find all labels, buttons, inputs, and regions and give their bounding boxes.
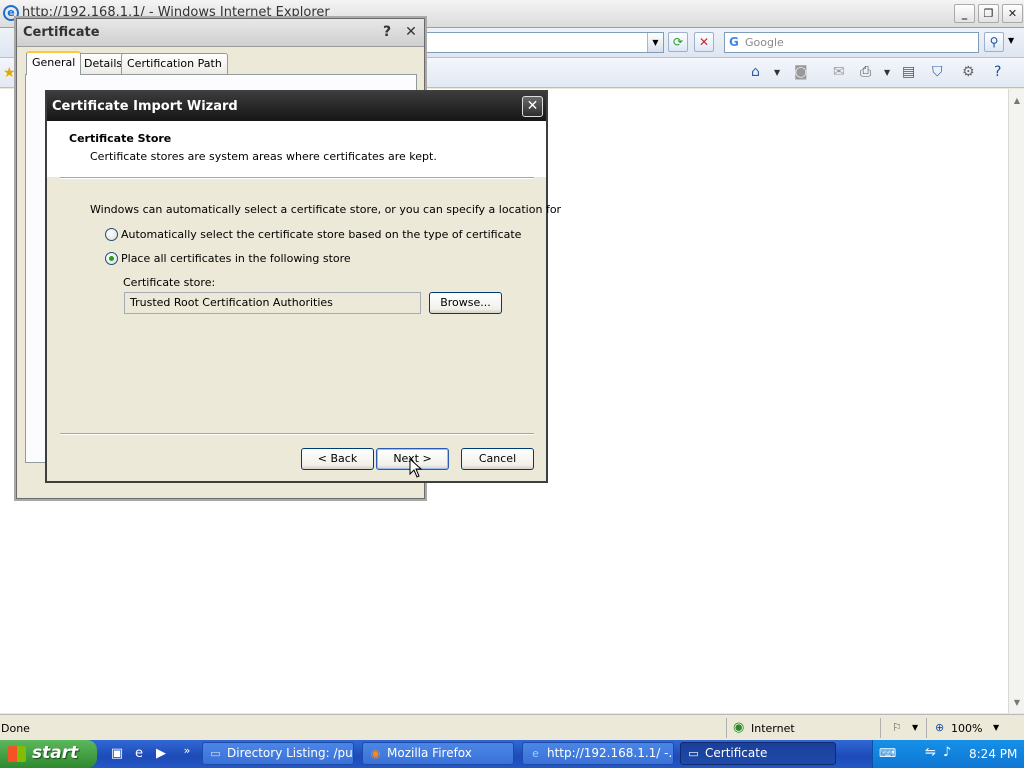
tools-gear-icon[interactable]: ⚙ (962, 64, 975, 80)
browse-button[interactable]: Browse... (429, 292, 502, 314)
wizard-close-button[interactable]: ✕ (522, 96, 543, 117)
protected-dropdown-icon[interactable]: ▼ (912, 723, 918, 732)
quicklaunch-more-icon[interactable]: » (178, 742, 196, 760)
home-dropdown-icon[interactable]: ▼ (774, 68, 780, 77)
quicklaunch-media-icon[interactable]: ▶ (152, 745, 170, 763)
system-tray: ⌨ ⇋ ♪ 8:24 PM (872, 740, 1024, 768)
certificate-title-bar[interactable]: Certificate ? ✕ (17, 19, 424, 47)
favorites-star-icon[interactable]: ★ (3, 65, 16, 81)
certificate-window-icon: ▭ (688, 747, 699, 760)
search-options-icon[interactable]: ▼ (1008, 36, 1014, 45)
certificate-close-button[interactable]: ✕ (401, 23, 421, 42)
clock[interactable]: 8:24 PM (969, 747, 1017, 761)
print-icon[interactable]: ⎙ (860, 64, 871, 80)
task-firefox[interactable]: ◉ Mozilla Firefox (362, 742, 514, 765)
zone-label: Internet (751, 722, 795, 735)
restore-button[interactable]: ❐ (978, 4, 999, 23)
address-dropdown-icon[interactable]: ▼ (647, 33, 663, 52)
ie-icon: e (532, 747, 539, 760)
wizard-step-subtitle: Certificate stores are system areas wher… (90, 150, 437, 163)
tab-general[interactable]: General (26, 51, 82, 75)
search-input[interactable]: G Google (724, 32, 979, 53)
close-window-button[interactable]: ✕ (1002, 4, 1023, 23)
start-button[interactable]: start (0, 740, 97, 768)
wizard-title-bar[interactable]: Certificate Import Wizard ✕ (47, 92, 546, 121)
tab-certification-path[interactable]: Certification Path (121, 53, 228, 74)
print-dropdown-icon[interactable]: ▼ (884, 68, 890, 77)
cancel-button[interactable]: Cancel (461, 448, 534, 470)
firefox-icon: ◉ (370, 747, 381, 760)
wizard-intro-text: Windows can automatically select a certi… (90, 203, 562, 216)
safety-icon[interactable]: ⛉ (932, 64, 943, 80)
wizard-title: Certificate Import Wizard (52, 99, 238, 114)
certificate-title: Certificate (23, 25, 100, 40)
task-ie-window[interactable]: e http://192.168.1.1/ -... (522, 742, 674, 765)
scroll-up-icon[interactable]: ▲ (1010, 93, 1024, 108)
stop-icon[interactable]: ✕ (694, 32, 714, 52)
google-icon: G (729, 35, 739, 49)
help-icon[interactable]: ? (994, 64, 1001, 80)
feeds-icon[interactable]: ◙ (794, 64, 808, 80)
zoom-dropdown-icon[interactable]: ▼ (993, 723, 999, 732)
search-go-icon[interactable]: ⚲ (984, 32, 1004, 52)
status-text: Done (1, 722, 30, 735)
task-label: http://192.168.1.1/ -... (547, 746, 674, 760)
start-label: start (32, 743, 79, 763)
task-label: Certificate (705, 746, 768, 760)
window-icon: ▭ (210, 747, 221, 760)
wizard-step-title: Certificate Store (69, 132, 172, 145)
page-icon[interactable]: ▤ (902, 64, 915, 80)
protected-mode-icon[interactable]: ⚐ (892, 721, 902, 734)
address-bar[interactable]: ▼ (424, 32, 664, 53)
keyboard-icon[interactable]: ⌨ (879, 746, 896, 760)
auto-select-radio[interactable] (105, 228, 118, 241)
zoom-icon[interactable]: ⊕ (935, 721, 944, 734)
home-icon[interactable]: ⌂ (751, 64, 760, 80)
certificate-store-label: Certificate store: (123, 276, 216, 289)
quicklaunch-explorer-icon[interactable]: ▣ (108, 745, 126, 763)
ie-status-bar: Done ◉ Internet ⚐ ▼ ⊕ 100% ▼ (0, 714, 1024, 740)
mouse-cursor-icon (409, 458, 423, 478)
zoom-level[interactable]: 100% (951, 722, 982, 735)
header-divider (60, 177, 534, 179)
back-button[interactable]: < Back (301, 448, 374, 470)
task-directory-listing[interactable]: ▭ Directory Listing: /pu... (202, 742, 354, 765)
windows-flag-icon (8, 746, 26, 762)
footer-divider (60, 433, 534, 435)
certificate-store-field[interactable]: Trusted Root Certification Authorities (124, 292, 421, 314)
globe-icon: ◉ (733, 720, 745, 735)
scroll-down-icon[interactable]: ▼ (1010, 695, 1024, 710)
vertical-scrollbar[interactable]: ▲ ▼ (1008, 89, 1024, 713)
search-placeholder: Google (745, 36, 784, 49)
quicklaunch-ie-icon[interactable]: e (130, 745, 148, 763)
help-button[interactable]: ? (377, 23, 397, 42)
refresh-icon[interactable]: ⟳ (668, 32, 688, 52)
wizard-header: Certificate Store Certificate stores are… (47, 121, 546, 177)
volume-icon[interactable]: ♪ (943, 745, 951, 760)
minimize-button[interactable]: _ (954, 4, 975, 23)
mail-icon[interactable]: ✉ (833, 64, 845, 80)
task-label: Directory Listing: /pu... (227, 746, 354, 760)
place-in-store-label: Place all certificates in the following … (121, 252, 351, 265)
task-label: Mozilla Firefox (387, 746, 472, 760)
network-icon[interactable]: ⇋ (925, 745, 936, 760)
certificate-import-wizard: Certificate Import Wizard ✕ Certificate … (45, 90, 561, 483)
place-in-store-radio[interactable] (105, 252, 118, 265)
auto-select-label: Automatically select the certificate sto… (121, 228, 522, 241)
task-certificate[interactable]: ▭ Certificate (680, 742, 836, 765)
